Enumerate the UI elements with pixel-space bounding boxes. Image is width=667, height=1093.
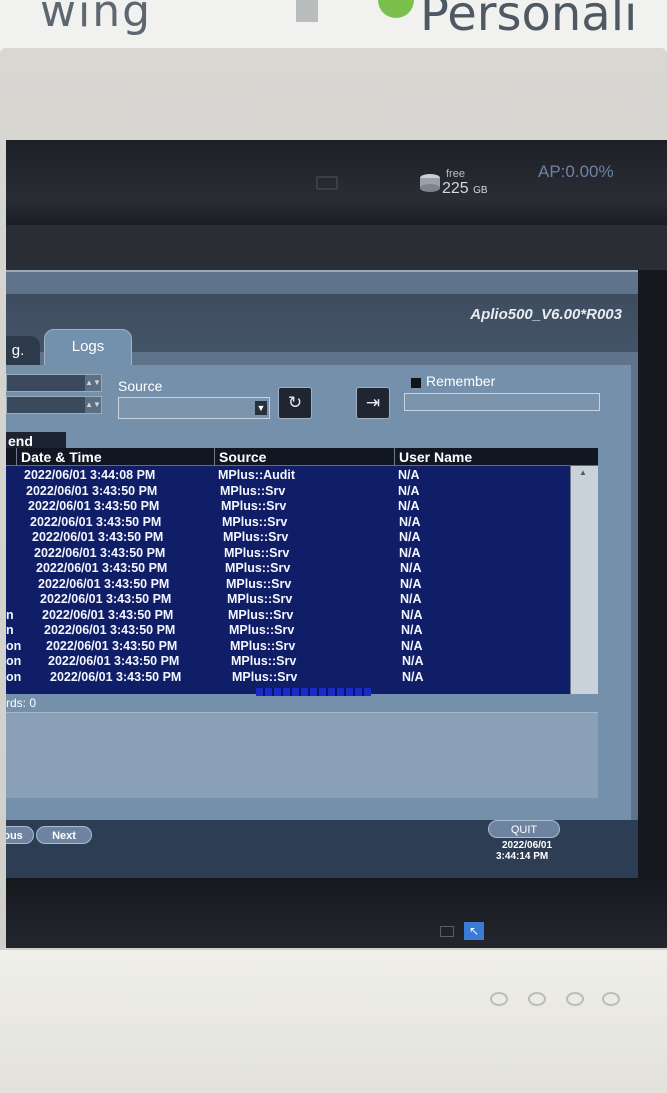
- scroll-up-icon[interactable]: ▲: [579, 468, 587, 477]
- date-to-field[interactable]: ▲▼: [6, 396, 102, 414]
- monitor-button-icon[interactable]: [566, 992, 584, 1006]
- disk-free-number: 225: [442, 180, 469, 197]
- dialog-footer: ous Next QUIT 2022/06/01 3:44:14 PM: [6, 820, 638, 878]
- camera-icon[interactable]: [440, 926, 454, 937]
- table-row[interactable]: 2022/06/01 3:43:50 PM MPlus::Srv N/A: [6, 499, 570, 515]
- log-table-body: 2022/06/01 3:44:08 PM MPlus::Audit N/A 202…: [6, 466, 570, 694]
- table-row[interactable]: 2022/06/01 3:44:08 PM MPlus::Audit N/A: [6, 468, 570, 484]
- table-row[interactable]: 2022/06/01 3:43:50 PM MPlus::Srv N/A: [6, 592, 570, 608]
- next-button[interactable]: Next: [36, 826, 92, 844]
- export-button[interactable]: ⇥: [356, 387, 390, 419]
- refresh-button[interactable]: ↻: [278, 387, 312, 419]
- monitor-button-icon[interactable]: [490, 992, 508, 1006]
- table-row[interactable]: 2022/06/01 3:43:50 PM MPlus::Srv N/A: [6, 515, 570, 531]
- clock-date: 2022/06/01: [502, 840, 553, 851]
- chevron-down-icon[interactable]: ▼: [255, 401, 267, 415]
- detail-area: [6, 712, 598, 798]
- column-date-time[interactable]: Date & Time: [16, 448, 214, 466]
- date-from-field[interactable]: ▲▼: [6, 374, 102, 392]
- table-row[interactable]: 2022/06/01 3:43:50 PM MPlus::Srv N/A: [6, 530, 570, 546]
- wall-logo-shape: [378, 0, 414, 18]
- table-row[interactable]: 2022/06/01 3:43:50 PM MPlus::Srv N/A: [6, 546, 570, 562]
- source-select[interactable]: ▼: [118, 397, 270, 419]
- pointer-icon[interactable]: ↖: [464, 922, 484, 940]
- column-source[interactable]: Source: [214, 448, 394, 466]
- tab-previous[interactable]: g.: [6, 336, 40, 366]
- monitor-icon: [316, 176, 338, 190]
- table-row[interactable]: on 2022/06/01 3:43:50 PM MPlus::Srv N/A: [6, 639, 570, 655]
- monitor-button-icon[interactable]: [528, 992, 546, 1006]
- wall-sign-left: wing: [40, 0, 153, 37]
- remember-checkbox[interactable]: [411, 378, 421, 388]
- monitor-button-icon[interactable]: [602, 992, 620, 1006]
- records-count: rds: 0: [6, 696, 37, 710]
- tab-logs[interactable]: Logs: [44, 329, 132, 366]
- log-viewer-dialog: Aplio500_V6.00*R003 g. Logs ▲▼ ▲▼ Source…: [6, 270, 638, 874]
- bottom-bar: [6, 878, 667, 948]
- monitor-chin: [0, 950, 667, 1093]
- ap-indicator: AP:0.00%: [538, 162, 614, 181]
- wall-sign-right: Personali: [420, 0, 638, 42]
- screen: free 225 GB AP:0.00% Aplio500_V6.00*R003…: [6, 140, 667, 948]
- remember-input[interactable]: [404, 393, 600, 411]
- disk-free-unit: GB: [473, 185, 488, 196]
- disk-free-label: free: [446, 168, 465, 180]
- export-icon: ⇥: [365, 393, 381, 412]
- refresh-icon: ↻: [287, 393, 303, 412]
- table-row[interactable]: on 2022/06/01 3:43:50 PM MPlus::Srv N/A: [6, 654, 570, 670]
- disk-icon: [420, 174, 440, 192]
- table-header: Date & Time Source User Name: [6, 448, 598, 466]
- clock-time: 3:44:14 PM: [496, 851, 549, 862]
- previous-button[interactable]: ous: [6, 826, 34, 844]
- table-row[interactable]: on 2022/06/01 3:43:50 PM MPlus::Srv N/A: [6, 670, 570, 686]
- table-row[interactable]: 2022/06/01 3:43:50 PM MPlus::Srv N/A: [6, 484, 570, 500]
- table-row[interactable]: 2022/06/01 3:43:50 PM MPlus::Srv N/A: [6, 561, 570, 577]
- date-to-spin-icon[interactable]: ▲▼: [85, 397, 101, 413]
- table-row[interactable]: 2022/06/01 3:43:50 PM MPlus::Srv N/A: [6, 577, 570, 593]
- disk-free-value: 225 GB: [442, 180, 488, 198]
- header-band: [6, 225, 667, 270]
- software-version: Aplio500_V6.00*R003: [470, 306, 622, 323]
- remember-label: Remember: [426, 373, 496, 389]
- quit-button[interactable]: QUIT: [488, 820, 560, 838]
- table-row[interactable]: n 2022/06/01 3:43:50 PM MPlus::Srv N/A: [6, 608, 570, 624]
- column-user-name[interactable]: User Name: [394, 448, 570, 466]
- table-scrollbar[interactable]: ▲: [570, 466, 598, 694]
- status-bar: free 225 GB AP:0.00%: [6, 140, 667, 225]
- table-row[interactable]: n 2022/06/01 3:43:50 PM MPlus::Srv N/A: [6, 623, 570, 639]
- loading-progress: [256, 688, 371, 696]
- wall-square: [296, 0, 318, 22]
- source-label: Source: [118, 378, 163, 394]
- date-from-spin-icon[interactable]: ▲▼: [85, 375, 101, 391]
